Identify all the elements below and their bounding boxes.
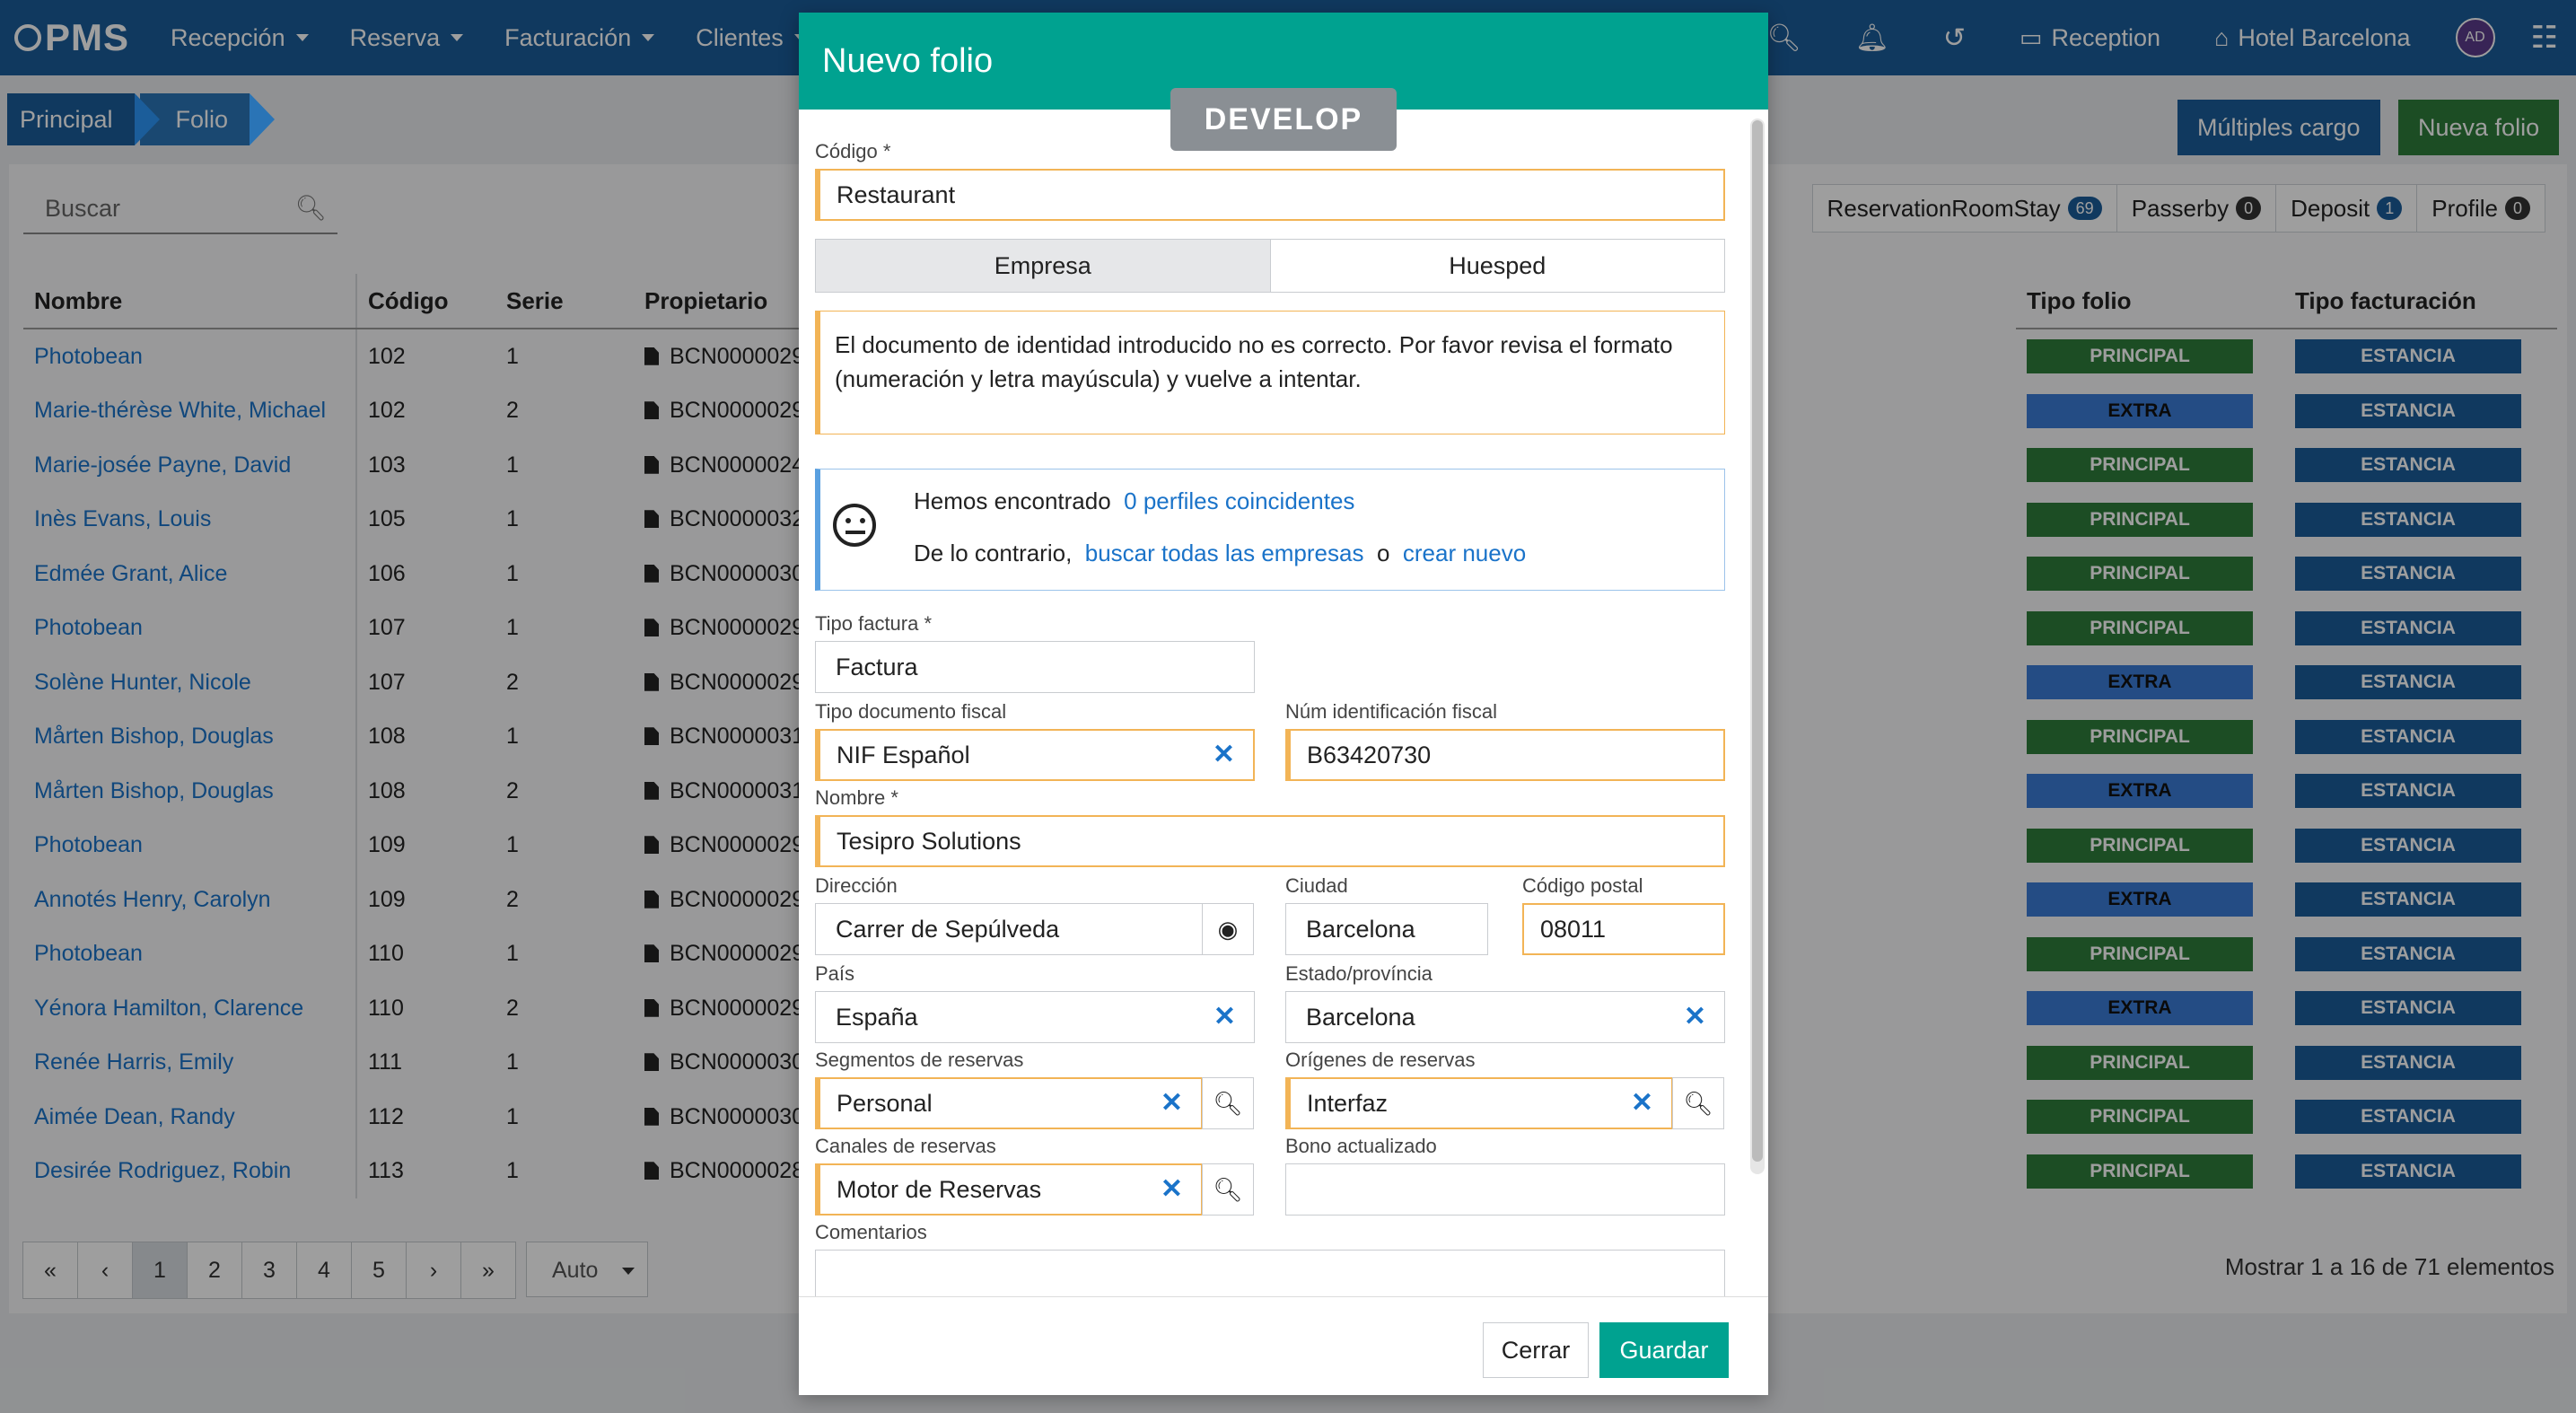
clear-icon[interactable]: ✕: [1684, 992, 1706, 1042]
scrollbar-thumb[interactable]: [1752, 120, 1763, 1162]
otherwise-line: De lo contrario, buscar todas las empres…: [914, 540, 1527, 566]
tipo-factura-select[interactable]: Factura: [815, 641, 1255, 693]
segmentos-label: Segmentos de reservas: [815, 1049, 1024, 1071]
matching-profiles-box: Hemos encontrado 0 perfiles coincidentes…: [815, 469, 1725, 591]
validation-alert: El documento de identidad introducido no…: [815, 311, 1725, 434]
tipo-doc-select[interactable]: NIF Español ✕: [815, 729, 1255, 781]
map-pin-button[interactable]: ◉: [1202, 903, 1254, 955]
codigo-label: Código *: [815, 140, 891, 162]
clear-icon[interactable]: ✕: [1631, 1079, 1653, 1128]
found-line: Hemos encontrado 0 perfiles coincidentes: [914, 487, 1355, 514]
close-button[interactable]: Cerrar: [1483, 1322, 1589, 1378]
num-fiscal-input[interactable]: B63420730: [1285, 729, 1725, 781]
profile-type-toggle: Empresa Huesped: [815, 239, 1725, 293]
canales-search-button[interactable]: 🔍︎: [1202, 1163, 1254, 1216]
origenes-select[interactable]: Interfaz ✕: [1285, 1077, 1673, 1129]
toggle-empresa[interactable]: Empresa: [816, 240, 1271, 292]
search-companies-link[interactable]: buscar todas las empresas: [1085, 540, 1364, 566]
nombre-input[interactable]: Tesipro Solutions: [815, 815, 1725, 867]
estado-select[interactable]: Barcelona ✕: [1285, 991, 1725, 1043]
nombre-label: Nombre *: [815, 786, 898, 809]
tipo-factura-label: Tipo factura *: [815, 612, 933, 635]
modal-scrollbar[interactable]: [1750, 118, 1765, 1174]
new-folio-modal: Nuevo folio DEVELOP Código * Restaurant …: [799, 13, 1768, 1395]
search-icon: 🔍︎: [1213, 1090, 1243, 1117]
bono-label: Bono actualizado: [1285, 1135, 1437, 1157]
origenes-label: Orígenes de reservas: [1285, 1049, 1476, 1071]
neutral-face-icon: [833, 504, 876, 547]
search-icon: 🔍︎: [1683, 1090, 1713, 1117]
comentarios-textarea[interactable]: [815, 1250, 1725, 1296]
canales-label: Canales de reservas: [815, 1135, 996, 1157]
direccion-label: Dirección: [815, 874, 898, 897]
tipo-doc-label: Tipo documento fiscal: [815, 700, 1007, 723]
num-fiscal-label: Núm identificación fiscal: [1285, 700, 1497, 723]
search-icon: 🔍︎: [1213, 1176, 1243, 1203]
toggle-huesped[interactable]: Huesped: [1271, 240, 1725, 292]
comentarios-label: Comentarios: [815, 1221, 927, 1243]
clear-icon[interactable]: ✕: [1214, 992, 1236, 1042]
codigo-input[interactable]: Restaurant: [815, 169, 1725, 221]
clear-icon[interactable]: ✕: [1161, 1079, 1183, 1128]
clear-icon[interactable]: ✕: [1213, 731, 1235, 779]
estado-label: Estado/província: [1285, 962, 1433, 985]
direccion-input[interactable]: Carrer de Sepúlveda: [815, 903, 1203, 955]
cp-input[interactable]: 08011: [1522, 903, 1725, 955]
cp-label: Código postal: [1522, 874, 1643, 897]
modal-footer: Cerrar Guardar: [799, 1296, 1768, 1396]
segmentos-search-button[interactable]: 🔍︎: [1202, 1077, 1254, 1129]
origenes-search-button[interactable]: 🔍︎: [1672, 1077, 1724, 1129]
bono-input[interactable]: [1285, 1163, 1725, 1216]
canales-select[interactable]: Motor de Reservas ✕: [815, 1163, 1203, 1216]
map-pin-icon: ◉: [1217, 916, 1239, 943]
ciudad-input[interactable]: Barcelona: [1285, 903, 1488, 955]
pais-select[interactable]: España ✕: [815, 991, 1255, 1043]
ciudad-label: Ciudad: [1285, 874, 1348, 897]
save-button[interactable]: Guardar: [1599, 1322, 1729, 1378]
matching-profiles-link[interactable]: 0 perfiles coincidentes: [1124, 487, 1354, 514]
pais-label: País: [815, 962, 855, 985]
segmentos-select[interactable]: Personal ✕: [815, 1077, 1203, 1129]
clear-icon[interactable]: ✕: [1161, 1165, 1183, 1214]
create-new-link[interactable]: crear nuevo: [1403, 540, 1526, 566]
environment-badge: DEVELOP: [1170, 88, 1397, 151]
